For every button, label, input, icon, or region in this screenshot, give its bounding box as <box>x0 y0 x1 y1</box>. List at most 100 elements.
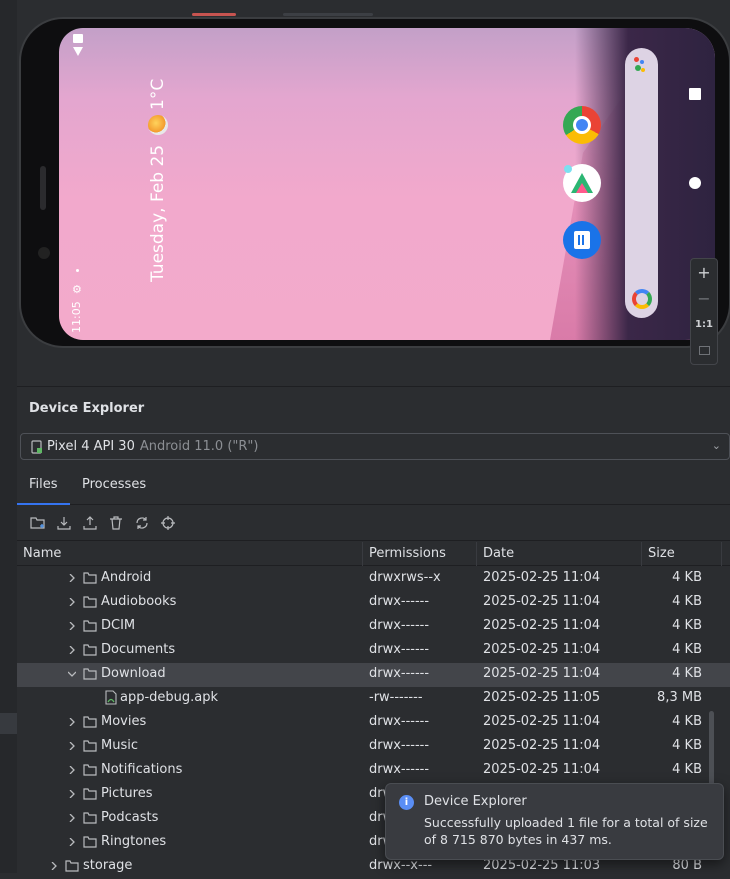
tab-processes[interactable]: Processes <box>82 469 146 505</box>
row-size: 4 KB <box>672 594 702 609</box>
row-name: Notifications <box>101 762 183 777</box>
upload-icon[interactable] <box>81 514 99 532</box>
row-size: 4 KB <box>672 738 702 753</box>
row-size: 4 KB <box>672 714 702 729</box>
apk-file-icon <box>105 690 117 705</box>
row-name: storage <box>83 858 133 873</box>
messages-icon[interactable] <box>563 221 601 259</box>
chevron-right-icon[interactable] <box>68 766 76 774</box>
table-row[interactable]: Music drwx------ 2025-02-25 11:04 4 KB <box>17 735 730 759</box>
folder-icon <box>83 668 97 680</box>
row-size: 8,3 MB <box>657 690 702 705</box>
table-row[interactable]: Download drwx------ 2025-02-25 11:04 4 KB <box>17 663 730 687</box>
tab-files[interactable]: Files <box>17 469 70 505</box>
chevron-right-icon[interactable] <box>68 814 76 822</box>
zoom-fit-icon[interactable] <box>690 337 718 363</box>
wifi-icon <box>73 47 83 56</box>
delete-icon[interactable] <box>107 514 125 532</box>
toast-title: Device Explorer <box>424 794 527 809</box>
row-size: 4 KB <box>672 666 702 681</box>
row-size: 4 KB <box>672 642 702 657</box>
row-permissions: drwxrws--x <box>369 570 441 585</box>
left-gutter <box>0 0 17 873</box>
chevron-right-icon[interactable] <box>68 742 76 750</box>
device-android-version: Android 11.0 ("R") <box>139 439 259 454</box>
row-date: 2025-02-25 11:04 <box>483 642 601 657</box>
download-icon[interactable] <box>55 514 73 532</box>
column-date[interactable]: Date <box>477 542 642 566</box>
row-date: 2025-02-25 11:04 <box>483 762 601 777</box>
table-header: Name Permissions Date Size <box>17 542 730 566</box>
row-size: 4 KB <box>672 762 702 777</box>
table-row[interactable]: Movies drwx------ 2025-02-25 11:04 4 KB <box>17 711 730 735</box>
settings-gear-icon: ⚙ <box>72 283 82 296</box>
tab-indicator <box>192 13 236 16</box>
row-name: Ringtones <box>101 834 167 849</box>
row-date: 2025-02-25 11:04 <box>483 594 601 609</box>
table-row[interactable]: Documents drwx------ 2025-02-25 11:04 4 KB <box>17 639 730 663</box>
chevron-right-icon[interactable] <box>68 790 76 798</box>
row-permissions: drwx------ <box>369 714 430 729</box>
folder-icon <box>83 644 97 656</box>
table-row[interactable]: Notifications drwx------ 2025-02-25 11:04 4… <box>17 759 730 783</box>
chevron-right-icon[interactable] <box>68 574 76 582</box>
row-date: 2025-02-25 11:04 <box>483 666 601 681</box>
chevron-right-icon[interactable] <box>68 838 76 846</box>
zoom-out-button[interactable]: − <box>690 285 718 311</box>
table-row[interactable]: app-debug.apk -rw------- 2025-02-25 11:05 8… <box>17 687 730 711</box>
home-button[interactable] <box>689 177 701 189</box>
panel-title: Device Explorer <box>29 401 145 416</box>
chevron-right-icon[interactable] <box>68 646 76 654</box>
table-row[interactable]: Audiobooks drwx------ 2025-02-25 11:04 4 KB <box>17 591 730 615</box>
assistant-icon[interactable] <box>634 57 646 75</box>
device-selector[interactable]: Pixel 4 API 30 Android 11.0 ("R") ⌄ <box>20 433 730 460</box>
column-size[interactable]: Size <box>642 542 722 566</box>
chevron-down-icon[interactable]: ⌄ <box>712 439 721 452</box>
table-row[interactable]: DCIM drwx------ 2025-02-25 11:04 4 KB <box>17 615 730 639</box>
row-permissions: drwx------ <box>369 618 430 633</box>
weather-temp: 1°C <box>148 78 168 110</box>
status-dot <box>76 269 79 272</box>
google-icon[interactable] <box>632 289 652 309</box>
search-bar[interactable] <box>625 48 658 318</box>
chevron-right-icon[interactable] <box>68 622 76 630</box>
row-name: Podcasts <box>101 810 159 825</box>
row-name: DCIM <box>101 618 136 633</box>
status-clock: 11:05 <box>70 301 83 333</box>
new-folder-icon[interactable] <box>29 514 47 532</box>
column-name[interactable]: Name <box>17 542 363 566</box>
date-widget[interactable]: Tuesday, Feb 25 <box>148 145 168 282</box>
row-date: 2025-02-25 11:04 <box>483 570 601 585</box>
phone-speaker <box>40 166 46 210</box>
recents-button[interactable] <box>689 88 701 100</box>
chevron-down-icon[interactable] <box>68 670 76 678</box>
folder-icon <box>83 788 97 800</box>
row-date: 2025-02-25 11:04 <box>483 714 601 729</box>
row-permissions: -rw------- <box>369 690 423 705</box>
row-permissions: drwx------ <box>369 642 430 657</box>
zoom-actual-size-button[interactable]: 1:1 <box>690 311 718 337</box>
row-name: Documents <box>101 642 176 657</box>
toast-message: Successfully uploaded 1 file for a total… <box>424 815 708 847</box>
row-permissions: drwx------ <box>369 666 430 681</box>
front-camera <box>38 247 50 259</box>
table-row[interactable]: Android drwxrws--x 2025-02-25 11:04 4 KB <box>17 567 730 591</box>
chevron-right-icon[interactable] <box>50 862 58 870</box>
locate-icon[interactable] <box>159 514 177 532</box>
tab-bar: Files Processes <box>17 469 730 505</box>
column-permissions[interactable]: Permissions <box>363 542 477 566</box>
row-name: Android <box>101 570 152 585</box>
zoom-in-button[interactable]: + <box>690 259 718 285</box>
chrome-icon[interactable] <box>563 106 601 144</box>
folder-icon <box>83 620 97 632</box>
notification-toast[interactable]: i Device Explorer Successfully uploaded … <box>385 783 724 860</box>
weather-icon <box>148 115 168 135</box>
chevron-right-icon[interactable] <box>68 598 76 606</box>
sync-icon[interactable] <box>133 514 151 532</box>
row-date: 2025-02-25 11:04 <box>483 738 601 753</box>
folder-icon <box>83 596 97 608</box>
row-date: 2025-02-25 11:04 <box>483 618 601 633</box>
row-permissions: drwx------ <box>369 594 430 609</box>
chevron-right-icon[interactable] <box>68 718 76 726</box>
battery-icon <box>73 34 83 43</box>
